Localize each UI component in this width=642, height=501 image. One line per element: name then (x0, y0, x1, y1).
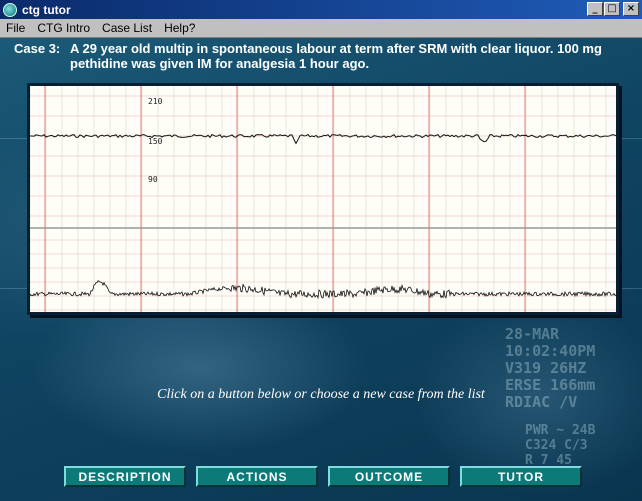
instruction-text: Click on a button below or choose a new … (157, 387, 485, 402)
case-description: A 29 year old multip in spontaneous labo… (70, 41, 602, 71)
tutor-button[interactable]: TUTOR (460, 466, 582, 487)
ctg-scale-label: 210 (148, 97, 163, 106)
window-title: ctg tutor (22, 2, 71, 17)
menu-ctg-intro[interactable]: CTG Intro (31, 21, 96, 35)
menu-bar: File CTG Intro Case List Help? (0, 19, 642, 38)
case-label: Case 3: (14, 41, 61, 56)
menu-case-list[interactable]: Case List (96, 21, 158, 35)
description-button[interactable]: DESCRIPTION (64, 466, 186, 487)
main-area: 28-MAR 10:02:40PM V319 26HZ ERSE 166mm RDIAC… (0, 38, 642, 501)
menu-help[interactable]: Help? (158, 21, 201, 35)
actions-button[interactable]: ACTIONS (196, 466, 318, 487)
ctg-paper (30, 86, 616, 312)
nav-buttons: DESCRIPTION ACTIONS OUTCOME TUTOR (64, 466, 582, 487)
ctg-scale-label: 90 (148, 175, 158, 184)
case-header: Case 3: A 29 year old multip in spontane… (14, 41, 634, 71)
close-icon[interactable]: × (623, 2, 639, 16)
maximize-icon[interactable]: □ (604, 2, 620, 16)
title-bar: ctg tutor _ □ × (0, 0, 642, 19)
ctg-strip: 210 150 90 (27, 83, 619, 315)
background-monitor-readout: PWR ~ 24B C324 C/3 R 7 45 (525, 423, 596, 468)
window-controls: _ □ × (587, 2, 639, 16)
ctg-scale-label: 150 (148, 137, 163, 146)
ctg-app-icon (3, 2, 17, 17)
outcome-button[interactable]: OUTCOME (328, 466, 450, 487)
ctg-trace-chart: 210 150 90 (30, 86, 616, 312)
menu-file[interactable]: File (0, 21, 31, 35)
minimize-icon[interactable]: _ (587, 2, 603, 16)
